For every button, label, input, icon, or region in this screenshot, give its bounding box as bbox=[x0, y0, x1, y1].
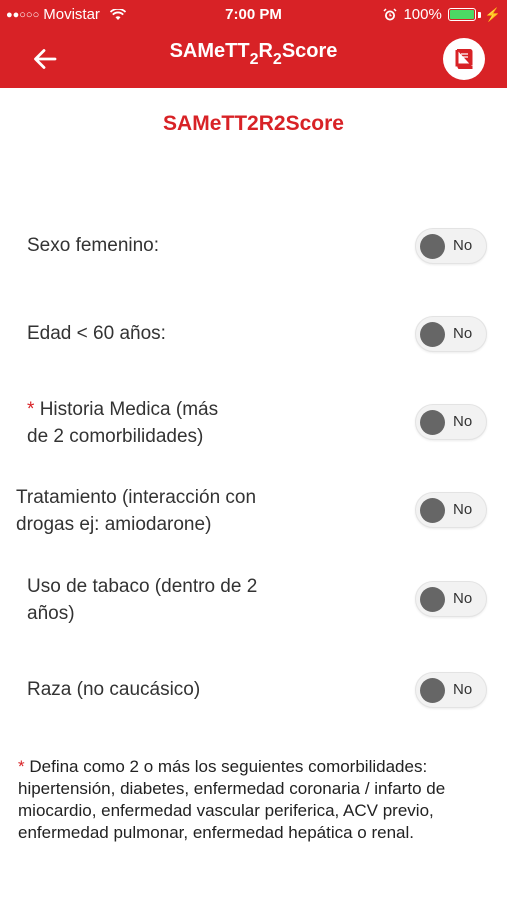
toggle-female[interactable]: No bbox=[415, 228, 487, 264]
nav-bar: SAMeTT2R2Score bbox=[0, 30, 507, 88]
battery-percent: 100% bbox=[403, 6, 442, 23]
toggle-race[interactable]: No bbox=[415, 672, 487, 708]
question-row-medical-history: * Historia Medica (más de 2 comorbilidad… bbox=[0, 396, 507, 452]
header-title: SAMeTT2R2Score bbox=[169, 40, 338, 68]
toggle-knob bbox=[420, 587, 445, 612]
toggle-value: No bbox=[453, 681, 473, 698]
toggle-tobacco[interactable]: No bbox=[415, 581, 487, 617]
question-row-treatment: Tratamiento (interacción con drogas ej: … bbox=[0, 484, 507, 540]
question-label-line1: Uso de tabaco (dentro de 2 bbox=[27, 576, 258, 597]
footnote-asterisk: * bbox=[18, 757, 25, 776]
question-label: Raza (no caucásico) bbox=[27, 679, 201, 700]
question-label-line2: años) bbox=[27, 603, 75, 624]
toggle-value: No bbox=[453, 237, 473, 254]
app-header: ●●○○○ Movistar 7:00 PM 100% ⚡ SAMeTT2R2S… bbox=[0, 0, 507, 88]
question-row-age: Edad < 60 años: No bbox=[0, 314, 507, 354]
battery-tip bbox=[477, 11, 481, 18]
toggle-value: No bbox=[453, 325, 473, 342]
toggle-value: No bbox=[453, 413, 473, 430]
question-label: Tratamiento (interacción con drogas ej: … bbox=[16, 484, 256, 538]
question-label-line1: Historia Medica (más bbox=[39, 399, 219, 420]
info-book-button[interactable] bbox=[443, 38, 485, 80]
comorbidities-footnote: * Defina como 2 o más los seguientes com… bbox=[18, 756, 498, 844]
page-title: SAMeTT2R2Score bbox=[163, 112, 344, 135]
toggle-value: No bbox=[453, 590, 473, 607]
toggle-medical-history[interactable]: No bbox=[415, 404, 487, 440]
book-icon bbox=[455, 49, 473, 69]
toggle-knob bbox=[420, 234, 445, 259]
toggle-knob bbox=[420, 322, 445, 347]
toggle-age[interactable]: No bbox=[415, 316, 487, 352]
footnote-text: Defina como 2 o más los seguientes comor… bbox=[18, 757, 446, 842]
question-row-race: Raza (no caucásico) No bbox=[0, 670, 507, 710]
question-label: Edad < 60 años: bbox=[27, 323, 166, 344]
question-label: Uso de tabaco (dentro de 2 años) bbox=[27, 573, 257, 627]
required-asterisk: * bbox=[27, 399, 35, 420]
question-row-female: Sexo femenino: No bbox=[0, 226, 507, 266]
toggle-treatment[interactable]: No bbox=[415, 492, 487, 528]
question-label-line2: de 2 comorbilidades) bbox=[27, 426, 204, 447]
charging-icon: ⚡ bbox=[484, 6, 501, 22]
toggle-knob bbox=[420, 498, 445, 523]
toggle-knob bbox=[420, 678, 445, 703]
alarm-icon bbox=[383, 7, 397, 22]
question-label-line1: Tratamiento (interacción con bbox=[16, 487, 257, 508]
question-label: * Historia Medica (más de 2 comorbilidad… bbox=[27, 396, 218, 450]
toggle-value: No bbox=[453, 501, 473, 518]
question-row-tobacco: Uso de tabaco (dentro de 2 años) No bbox=[0, 573, 507, 629]
status-bar: ●●○○○ Movistar 7:00 PM 100% ⚡ bbox=[0, 0, 507, 30]
status-right: 100% ⚡ bbox=[383, 6, 501, 23]
toggle-knob bbox=[420, 410, 445, 435]
battery-icon bbox=[447, 8, 476, 21]
question-label-line2: drogas ej: amiodarone) bbox=[16, 514, 212, 535]
question-label: Sexo femenino: bbox=[27, 235, 160, 256]
